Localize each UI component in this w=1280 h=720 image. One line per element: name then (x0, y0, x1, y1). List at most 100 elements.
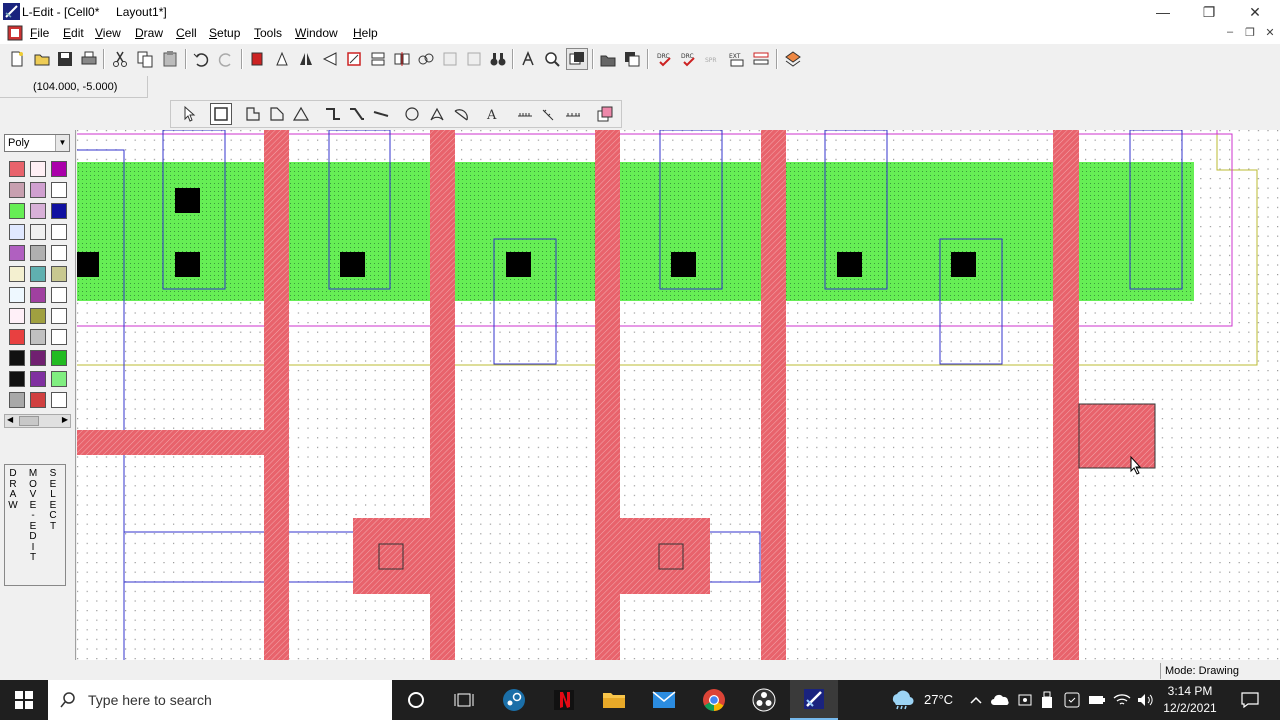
layer-swatch[interactable] (9, 371, 25, 387)
layer-swatch[interactable] (9, 203, 25, 219)
layer-swatch[interactable] (9, 266, 25, 282)
layer-swatch[interactable] (30, 371, 46, 387)
scroll-right-icon[interactable]: ▶ (62, 415, 68, 424)
chevron-up-icon[interactable] (966, 680, 986, 720)
layer-swatch[interactable] (30, 350, 46, 366)
layer-swatch[interactable] (51, 350, 67, 366)
cut-icon[interactable] (109, 48, 131, 70)
redo-icon[interactable] (215, 48, 237, 70)
cell-icon[interactable] (246, 48, 268, 70)
layer-swatch[interactable] (9, 182, 25, 198)
instance-place-icon[interactable] (594, 103, 616, 125)
layer-swatch[interactable] (30, 329, 46, 345)
ruler-45-icon[interactable] (538, 103, 560, 125)
drc-box-button[interactable]: DRC (678, 48, 700, 70)
layer-swatch[interactable] (51, 161, 67, 177)
print-icon[interactable] (78, 48, 100, 70)
menu-cell[interactable]: Cell (176, 26, 197, 40)
obs-icon[interactable] (740, 680, 788, 720)
layer-swatch[interactable] (30, 182, 46, 198)
layer-swatch[interactable] (51, 203, 67, 219)
chrome-icon[interactable] (690, 680, 738, 720)
layer-swatch[interactable] (51, 182, 67, 198)
wifi-icon[interactable] (1110, 680, 1134, 720)
layer-swatch[interactable] (9, 245, 25, 261)
open-cell-icon[interactable] (597, 48, 619, 70)
steam-icon[interactable] (490, 680, 538, 720)
box-tool-icon[interactable] (210, 103, 232, 125)
layers-icon[interactable] (782, 48, 804, 70)
rotate-icon[interactable] (271, 48, 293, 70)
meet-now-icon[interactable] (1014, 680, 1036, 720)
copy-cell-icon[interactable] (621, 48, 643, 70)
system-clock[interactable]: 3:14 PM 12/2/2021 (1158, 683, 1222, 717)
select-arrow-icon[interactable] (177, 103, 199, 125)
polygon-45-icon[interactable] (266, 103, 288, 125)
save-icon[interactable] (54, 48, 76, 70)
menu-draw[interactable]: Draw (135, 26, 163, 40)
layer-swatch[interactable] (51, 371, 67, 387)
scroll-thumb[interactable] (19, 416, 39, 426)
ext-button[interactable]: EXT (726, 48, 748, 70)
volume-icon[interactable] (1134, 680, 1158, 720)
merge-icon[interactable] (367, 48, 389, 70)
layer-swatch[interactable] (30, 266, 46, 282)
layer-select[interactable]: Poly ▼ (4, 134, 70, 152)
menu-help[interactable]: Help (353, 26, 378, 40)
layer-swatch[interactable] (9, 308, 25, 324)
chevron-down-icon[interactable]: ▼ (55, 135, 69, 151)
ruler-orthogonal-icon[interactable] (514, 103, 536, 125)
wire-45-icon[interactable] (346, 103, 368, 125)
layout-canvas[interactable] (77, 130, 1280, 660)
layer-swatch[interactable] (30, 287, 46, 303)
mail-icon[interactable] (640, 680, 688, 720)
find-binoculars-icon[interactable] (487, 48, 509, 70)
layer-swatch[interactable] (9, 392, 25, 408)
scroll-left-icon[interactable]: ◀ (7, 415, 13, 424)
layer-swatch[interactable] (30, 203, 46, 219)
layer-swatch[interactable] (51, 287, 67, 303)
doc-restore-icon[interactable]: ❐ (1242, 26, 1258, 39)
ledit-taskbar-icon[interactable] (790, 680, 838, 720)
layer-swatch[interactable] (30, 245, 46, 261)
layer-swatch[interactable] (9, 161, 25, 177)
task-view-icon[interactable] (440, 680, 488, 720)
cortana-icon[interactable] (392, 680, 440, 720)
view-toggle-icon[interactable] (566, 48, 588, 70)
menu-view[interactable]: View (95, 26, 121, 40)
ruler-icon[interactable] (517, 48, 539, 70)
wire-all-angle-icon[interactable] (370, 103, 392, 125)
palette-scrollbar[interactable]: ◀ ▶ (4, 414, 71, 428)
circle-tool-icon[interactable] (401, 103, 423, 125)
ungroup-icon[interactable] (439, 48, 461, 70)
drc-button[interactable]: DRC (654, 48, 676, 70)
netflix-icon[interactable] (540, 680, 588, 720)
layer-swatch[interactable] (9, 329, 25, 345)
close-button[interactable]: ✕ (1232, 0, 1278, 24)
flatten-icon[interactable] (463, 48, 485, 70)
layer-swatch[interactable] (9, 287, 25, 303)
onedrive-icon[interactable] (988, 680, 1012, 720)
notification-center-icon[interactable] (1230, 680, 1270, 720)
layer-swatch[interactable] (51, 392, 67, 408)
pie-wedge-icon[interactable] (426, 103, 448, 125)
polygon-all-angle-icon[interactable] (290, 103, 312, 125)
layer-swatch[interactable] (9, 224, 25, 240)
taskbar-search[interactable]: Type here to search (48, 680, 392, 720)
undo-icon[interactable] (190, 48, 212, 70)
document-icon[interactable] (7, 25, 23, 41)
flip-horizontal-icon[interactable] (295, 48, 317, 70)
layer-swatch[interactable] (30, 224, 46, 240)
layer-swatch[interactable] (51, 308, 67, 324)
file-explorer-icon[interactable] (590, 680, 638, 720)
layer-swatch[interactable] (51, 224, 67, 240)
layer-swatch[interactable] (9, 350, 25, 366)
menu-tools[interactable]: Tools (254, 26, 282, 40)
polygon-orthogonal-icon[interactable] (242, 103, 264, 125)
usb-drive-icon[interactable] (1036, 680, 1058, 720)
slice-icon[interactable] (391, 48, 413, 70)
menu-window[interactable]: Window (295, 26, 338, 40)
instance-icon[interactable] (343, 48, 365, 70)
layer-swatch[interactable] (30, 161, 46, 177)
layer-swatch[interactable] (30, 308, 46, 324)
